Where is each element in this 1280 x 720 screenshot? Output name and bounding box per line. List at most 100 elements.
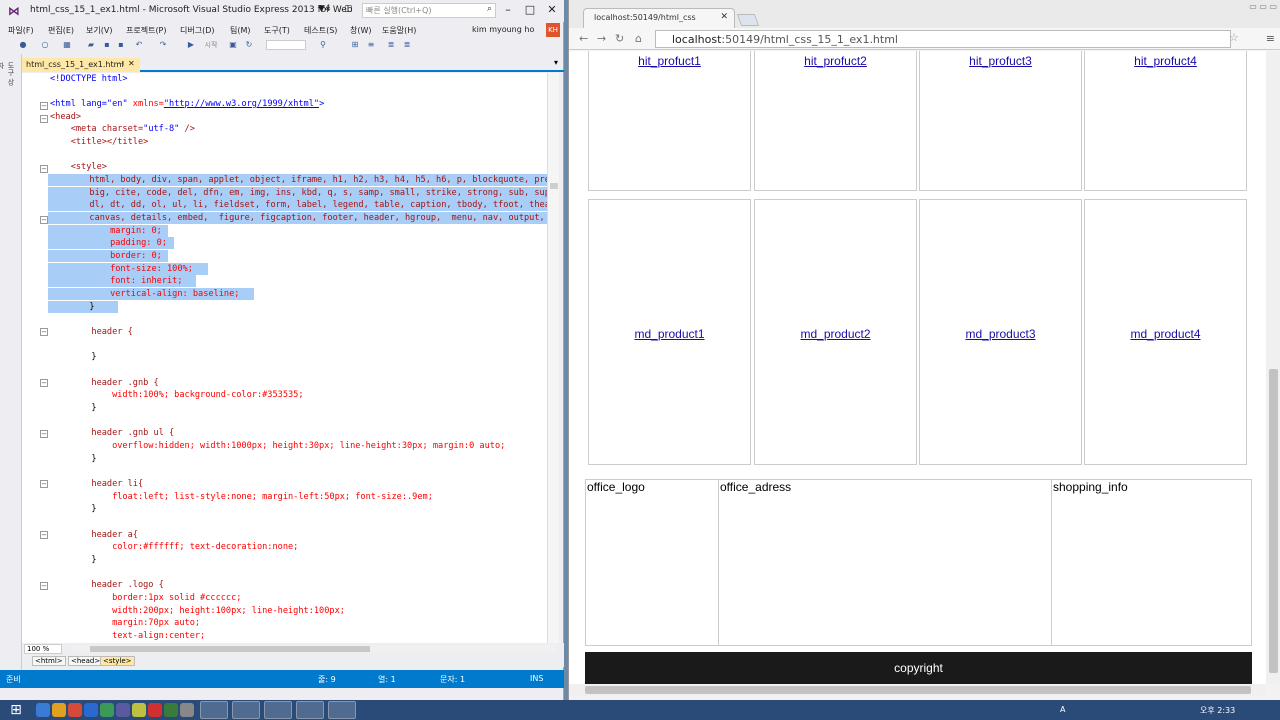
menu-view[interactable]: 보기(V) bbox=[86, 25, 112, 36]
open-file-icon[interactable]: ▰ bbox=[86, 40, 96, 50]
hit-product-link[interactable]: hit_profuct2 bbox=[755, 54, 916, 68]
refresh-icon[interactable]: ↻ bbox=[244, 40, 254, 50]
taskbar-app-icon[interactable] bbox=[180, 703, 194, 717]
fold-icon[interactable]: − bbox=[40, 582, 48, 590]
forward-arrow-icon[interactable]: → bbox=[597, 32, 606, 45]
page-horizontal-scrollbar[interactable] bbox=[569, 684, 1266, 696]
menu-edit[interactable]: 편집(E) bbox=[48, 25, 74, 36]
uncomment-icon[interactable]: ≣ bbox=[402, 40, 412, 50]
taskbar-app-icon[interactable] bbox=[68, 703, 82, 717]
new-tab-button[interactable] bbox=[736, 14, 760, 26]
taskbar-app-icon[interactable] bbox=[36, 703, 50, 717]
menu-tools[interactable]: 도구(T) bbox=[264, 25, 290, 36]
browser-tab[interactable]: localhost:50149/html_css ✕ bbox=[583, 8, 735, 28]
taskbar-app-icon[interactable] bbox=[84, 703, 98, 717]
pin-icon[interactable]: ⊣ bbox=[118, 60, 124, 68]
md-product-link[interactable]: md_product4 bbox=[1085, 327, 1246, 341]
taskbar-visual-studio-button[interactable] bbox=[296, 701, 324, 719]
undo-icon[interactable]: ↶ bbox=[134, 40, 144, 50]
crumb-html[interactable]: <html> bbox=[32, 656, 66, 666]
taskbar-app-button[interactable] bbox=[264, 701, 292, 719]
code-editor[interactable]: − − − − − − − − − − <!DOCTYPE html> <htm… bbox=[22, 73, 547, 643]
start-label[interactable]: 시작 bbox=[198, 40, 224, 50]
bookmark-star-icon[interactable]: ☆ bbox=[1229, 31, 1239, 44]
taskbar-app-icon[interactable] bbox=[148, 703, 162, 717]
fold-icon[interactable]: − bbox=[40, 165, 48, 173]
menu-test[interactable]: 테스트(S) bbox=[304, 25, 337, 36]
reload-icon[interactable]: ↻ bbox=[615, 32, 624, 45]
signed-in-user[interactable]: kim myoung ho bbox=[472, 25, 534, 34]
editor-scroll-thumb[interactable] bbox=[550, 183, 558, 189]
browser-tab-close-icon[interactable]: ✕ bbox=[720, 12, 728, 22]
home-icon[interactable]: ⌂ bbox=[635, 32, 642, 45]
hit-product-link[interactable]: hit_profuct3 bbox=[920, 54, 1081, 68]
crumb-head[interactable]: <head> bbox=[68, 656, 104, 666]
fold-icon[interactable]: − bbox=[40, 102, 48, 110]
zoom-dropdown[interactable]: 100 % bbox=[24, 644, 62, 654]
taskbar-app-icon[interactable] bbox=[132, 703, 146, 717]
toolbox-tab[interactable]: 도구 상자 bbox=[0, 62, 16, 92]
menu-window[interactable]: 창(W) bbox=[350, 25, 372, 36]
fold-icon[interactable]: − bbox=[40, 430, 48, 438]
new-project-icon[interactable]: ▦ bbox=[62, 40, 72, 50]
menu-file[interactable]: 파일(F) bbox=[8, 25, 34, 36]
tab-html-file[interactable]: html_css_15_1_ex1.html ⊣ ✕ bbox=[22, 58, 140, 72]
outline-icon[interactable]: ⊞ bbox=[350, 40, 360, 50]
close-icon[interactable]: ✕ bbox=[544, 3, 560, 16]
md-product-link[interactable]: md_product1 bbox=[589, 327, 750, 341]
tab-close-icon[interactable]: ✕ bbox=[128, 59, 135, 68]
maximize-icon[interactable]: □ bbox=[522, 3, 538, 16]
save-icon[interactable]: ▪ bbox=[102, 40, 112, 50]
fold-icon[interactable]: − bbox=[40, 328, 48, 336]
hit-product-link[interactable]: hit_profuct4 bbox=[1085, 54, 1246, 68]
comment-icon[interactable]: ≣ bbox=[386, 40, 396, 50]
md-product-link[interactable]: md_product2 bbox=[755, 327, 916, 341]
md-product-link[interactable]: md_product3 bbox=[920, 327, 1081, 341]
page-vertical-scrollbar[interactable] bbox=[1266, 51, 1280, 684]
address-bar[interactable]: localhost:50149/html_css_15_1_ex1.html bbox=[655, 30, 1231, 48]
xmlns-link[interactable]: "http://www.w3.org/1999/xhtml" bbox=[164, 99, 319, 109]
start-button-icon[interactable]: ⊞ bbox=[4, 700, 28, 720]
menu-project[interactable]: 프로젝트(P) bbox=[126, 25, 167, 36]
save-all-icon[interactable]: ▪ bbox=[116, 40, 126, 50]
page-scroll-thumb[interactable] bbox=[1269, 369, 1278, 673]
taskbar-chrome-button[interactable] bbox=[328, 701, 356, 719]
fold-icon[interactable]: − bbox=[40, 480, 48, 488]
browser-menu-icon[interactable]: ≡ bbox=[1266, 32, 1275, 45]
fold-icon[interactable]: − bbox=[40, 216, 48, 224]
menu-debug[interactable]: 디버그(D) bbox=[180, 25, 214, 36]
browser-window-controls-icon[interactable]: ▭ ▭ ▭ bbox=[1249, 2, 1277, 11]
toolbar-icon[interactable]: ▣ bbox=[228, 40, 238, 50]
feedback-icon[interactable]: ▢ bbox=[344, 4, 353, 14]
editor-vertical-scrollbar[interactable] bbox=[547, 73, 559, 643]
tab-dropdown-icon[interactable]: ▾ bbox=[554, 58, 558, 67]
editor-horizontal-scrollbar[interactable] bbox=[72, 645, 556, 653]
taskbar-explorer-button[interactable] bbox=[200, 701, 228, 719]
taskbar-pdf-button[interactable] bbox=[232, 701, 260, 719]
taskbar-app-icon[interactable] bbox=[116, 703, 130, 717]
config-dropdown[interactable] bbox=[266, 40, 306, 50]
taskbar-clock[interactable]: 오후 2:33 bbox=[1200, 705, 1235, 716]
user-avatar[interactable]: KH bbox=[546, 23, 560, 37]
taskbar-app-icon[interactable] bbox=[100, 703, 114, 717]
back-nav-icon[interactable]: ● bbox=[18, 40, 28, 50]
fold-icon[interactable]: − bbox=[40, 379, 48, 387]
quick-launch-input[interactable]: 빠른 실행(Ctrl+Q) ⌕ bbox=[362, 3, 496, 18]
fold-icon[interactable]: − bbox=[40, 531, 48, 539]
taskbar-app-icon[interactable] bbox=[164, 703, 178, 717]
find-icon[interactable]: ⚲ bbox=[318, 40, 328, 50]
minimize-icon[interactable]: – bbox=[500, 3, 516, 16]
taskbar-app-icon[interactable] bbox=[52, 703, 66, 717]
forward-nav-icon[interactable]: ○ bbox=[40, 40, 50, 50]
format-icon[interactable]: ≡ bbox=[366, 40, 376, 50]
input-language-indicator[interactable]: A bbox=[1060, 705, 1065, 714]
menu-help[interactable]: 도움말(H) bbox=[382, 25, 416, 36]
redo-icon[interactable]: ↷ bbox=[158, 40, 168, 50]
crumb-style[interactable]: <style> bbox=[100, 656, 135, 666]
back-arrow-icon[interactable]: ← bbox=[579, 32, 588, 45]
notification-flag-icon[interactable]: ▼4 bbox=[318, 4, 331, 14]
start-icon[interactable]: ▶ bbox=[186, 40, 196, 50]
menu-team[interactable]: 팀(M) bbox=[230, 25, 251, 36]
editor-hscroll-thumb[interactable] bbox=[90, 646, 370, 652]
hit-product-link[interactable]: hit_profuct1 bbox=[589, 54, 750, 68]
